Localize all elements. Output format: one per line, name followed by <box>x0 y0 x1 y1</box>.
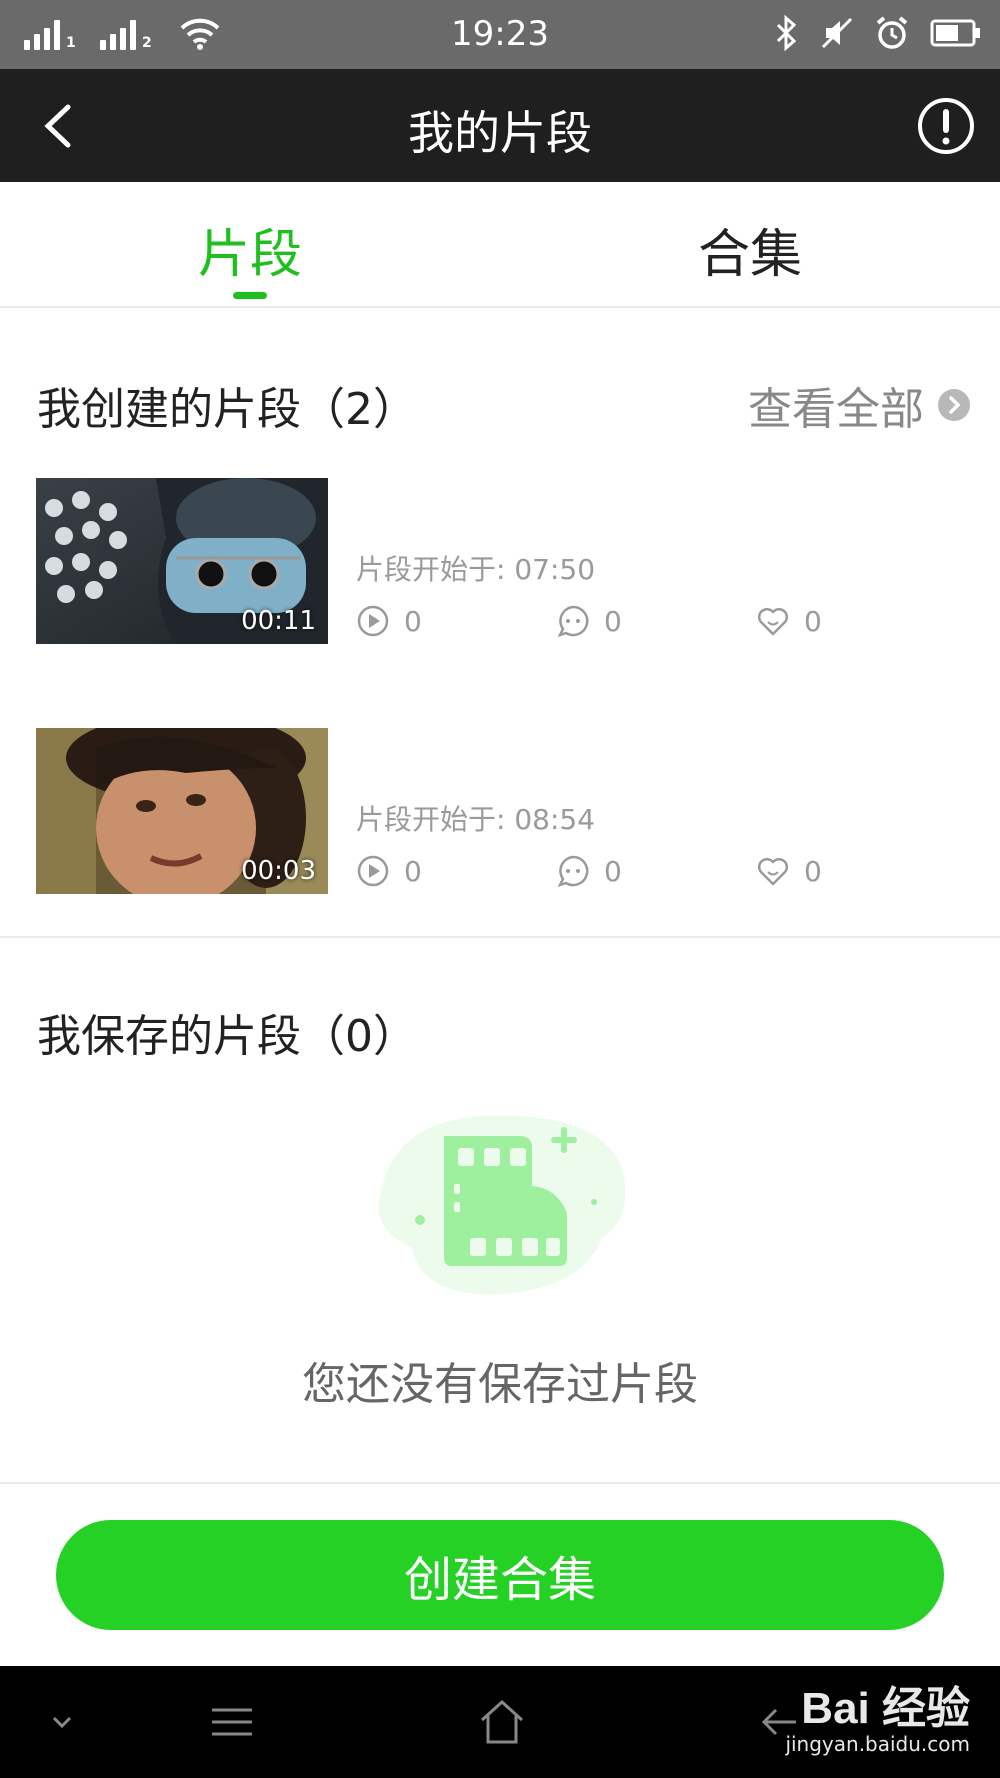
comment-count: 0 <box>556 604 622 638</box>
battery-icon <box>930 19 980 47</box>
play-count: 0 <box>356 854 422 888</box>
play-count: 0 <box>356 604 422 638</box>
clip-start-time: 片段开始于: 08:54 <box>356 803 596 836</box>
clip-duration: 00:03 <box>241 856 316 886</box>
view-all-label: 查看全部 <box>748 384 924 435</box>
tab-collections[interactable]: 合集 <box>500 212 1000 287</box>
mute-icon <box>821 17 853 49</box>
view-all-link[interactable]: 查看全部 <box>748 373 970 437</box>
clip-start-time: 片段开始于: 07:50 <box>356 553 596 586</box>
chevron-right-icon <box>938 389 970 421</box>
tab-bar: 片段 合集 <box>0 182 1000 308</box>
created-section-title: 我创建的片段（2） <box>37 384 417 435</box>
info-icon[interactable] <box>916 96 976 156</box>
like-count-value: 0 <box>804 604 822 638</box>
section-divider <box>0 1482 1000 1484</box>
play-icon <box>357 605 389 637</box>
comment-icon <box>557 855 589 888</box>
comment-icon <box>557 605 589 638</box>
bluetooth-icon <box>776 15 797 51</box>
heart-icon <box>757 857 789 886</box>
active-tab-indicator <box>233 292 267 299</box>
like-count: 0 <box>756 854 822 888</box>
play-count-value: 0 <box>404 854 422 888</box>
home-icon[interactable] <box>470 1666 534 1778</box>
status-bar: 1 2 19:23 <box>0 0 1000 69</box>
empty-film-illustration-icon <box>378 1115 626 1295</box>
watermark: Bai 经验 jingyan.baidu.com <box>785 1672 970 1756</box>
like-count-value: 0 <box>804 854 822 888</box>
alarm-icon <box>876 16 908 49</box>
clip-item[interactable]: 00:03 片段开始于: 08:54 0 0 0 <box>36 728 964 894</box>
clip-duration: 00:11 <box>241 606 316 636</box>
empty-state-text: 您还没有保存过片段 <box>302 1359 698 1410</box>
watermark-logo: Bai 经验 <box>801 1684 970 1733</box>
nav-bar: 我的片段 <box>0 69 1000 182</box>
tab-clips[interactable]: 片段 <box>0 212 500 287</box>
saved-section-title: 我保存的片段（0） <box>37 1011 417 1062</box>
clip-thumbnail[interactable]: 00:11 <box>36 478 328 644</box>
comment-count-value: 0 <box>604 854 622 888</box>
chevron-down-icon[interactable] <box>40 1666 84 1778</box>
watermark-url: jingyan.baidu.com <box>785 1732 970 1756</box>
heart-icon <box>757 607 789 636</box>
clip-thumbnail[interactable]: 00:03 <box>36 728 328 894</box>
play-icon <box>357 855 389 887</box>
comment-count-value: 0 <box>604 604 622 638</box>
comment-count: 0 <box>556 854 622 888</box>
play-count-value: 0 <box>404 604 422 638</box>
create-collection-button[interactable]: 创建合集 <box>56 1520 944 1630</box>
clip-item[interactable]: 00:11 片段开始于: 07:50 0 0 0 <box>36 478 964 644</box>
section-divider <box>0 936 1000 938</box>
menu-icon[interactable] <box>200 1666 264 1778</box>
like-count: 0 <box>756 604 822 638</box>
page-title: 我的片段 <box>408 106 592 160</box>
